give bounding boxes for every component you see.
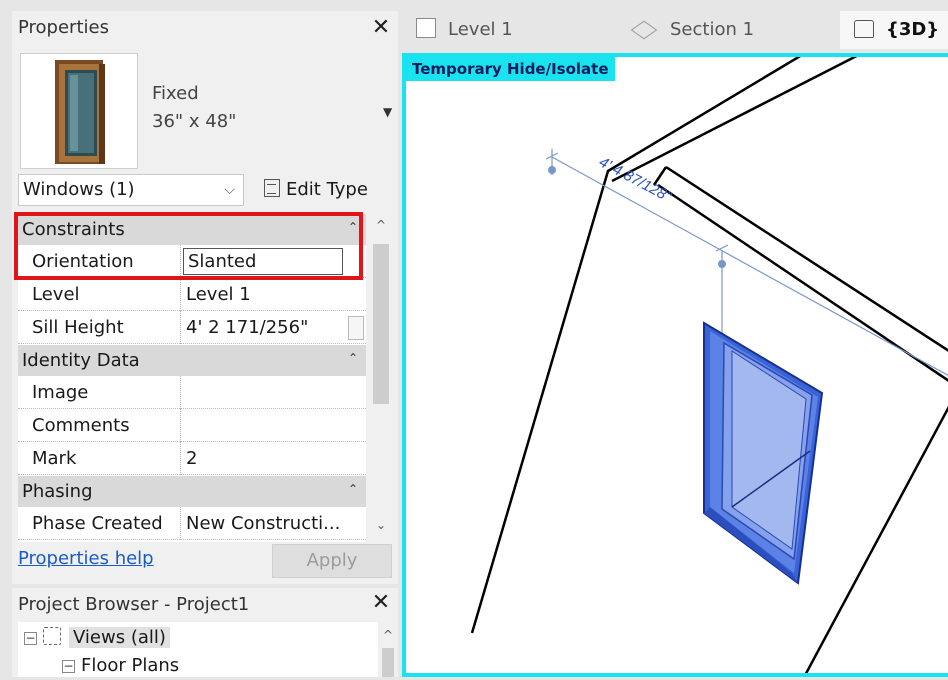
properties-title: Properties bbox=[18, 17, 109, 38]
tree-node-label: Floor Plans bbox=[81, 655, 180, 676]
comments-field[interactable] bbox=[182, 409, 345, 442]
chevron-down-icon: ⌵ bbox=[224, 182, 235, 198]
dimension-grip[interactable] bbox=[548, 166, 556, 174]
row-mark[interactable]: Mark 2 bbox=[18, 442, 366, 475]
edit-type-button[interactable]: Edit Type bbox=[264, 174, 368, 206]
sill-height-field[interactable]: 4' 2 171/256" bbox=[182, 311, 345, 344]
tree-node-label: Views (all) bbox=[69, 627, 170, 648]
collapse-icon[interactable]: ⌃ bbox=[348, 214, 358, 243]
browser-scrollbar[interactable]: ^ bbox=[378, 622, 398, 677]
properties-panel: Properties ✕ Fixed 36" x 48" ▼ Windows (… bbox=[12, 11, 398, 584]
browser-tree: − Views (all) − Floor Plans bbox=[18, 622, 378, 677]
instance-filter-value: Windows (1) bbox=[23, 179, 135, 200]
properties-scrollbar[interactable]: ^ ⌄ bbox=[368, 214, 394, 542]
orientation-field[interactable]: Slanted bbox=[183, 248, 343, 275]
tab-section-1[interactable]: Section 1 bbox=[630, 11, 755, 49]
project-browser-panel: Project Browser - Project1 ✕ − Views (all… bbox=[12, 588, 398, 677]
group-phasing[interactable]: Phasing ⌃ bbox=[18, 476, 366, 507]
properties-help-link[interactable]: Properties help bbox=[18, 548, 154, 569]
3d-viewport[interactable]: 4' 4 87/128" Temporary Hide/Isolate bbox=[402, 53, 948, 677]
level-field[interactable]: Level 1 bbox=[182, 278, 345, 311]
collapse-icon[interactable]: ⌃ bbox=[348, 343, 358, 374]
row-level[interactable]: Level Level 1 bbox=[18, 278, 366, 311]
collapse-icon[interactable]: − bbox=[62, 660, 75, 673]
group-identity-data[interactable]: Identity Data ⌃ bbox=[18, 345, 366, 376]
temporary-hide-isolate-label: Temporary Hide/Isolate bbox=[406, 57, 615, 81]
scroll-down-icon[interactable]: ⌄ bbox=[368, 518, 394, 538]
associate-parameter-button[interactable] bbox=[348, 316, 364, 340]
tab-label: {3D} bbox=[886, 19, 940, 40]
selected-window[interactable] bbox=[703, 321, 824, 585]
collapse-icon[interactable]: ⌃ bbox=[348, 474, 358, 505]
type-family-name: Fixed bbox=[152, 83, 199, 104]
row-comments[interactable]: Comments bbox=[18, 409, 366, 442]
row-label: Phase Created bbox=[18, 507, 181, 540]
floor-plan-icon bbox=[416, 18, 436, 38]
type-size: 36" x 48" bbox=[152, 111, 237, 132]
tab-level-1[interactable]: Level 1 bbox=[416, 11, 513, 49]
row-sill-height[interactable]: Sill Height 4' 2 171/256" bbox=[18, 311, 366, 344]
tab-label: Section 1 bbox=[670, 19, 755, 40]
group-phasing-label: Phasing bbox=[22, 481, 93, 502]
group-identity-label: Identity Data bbox=[22, 350, 140, 371]
tab-3d[interactable]: {3D} bbox=[840, 11, 948, 49]
close-properties-icon[interactable]: ✕ bbox=[370, 15, 392, 41]
window-thumbnail-icon bbox=[20, 53, 138, 169]
scroll-up-icon[interactable]: ^ bbox=[368, 218, 394, 238]
row-label: Sill Height bbox=[18, 311, 181, 344]
type-selector[interactable]: Fixed 36" x 48" ▼ bbox=[18, 49, 404, 173]
edit-type-icon bbox=[264, 179, 280, 197]
row-orientation[interactable]: Orientation Slanted bbox=[18, 245, 366, 278]
scrollbar-thumb[interactable] bbox=[373, 244, 389, 404]
image-field[interactable] bbox=[182, 376, 345, 409]
row-image[interactable]: Image bbox=[18, 376, 366, 409]
group-constraints[interactable]: Constraints ⌃ bbox=[18, 214, 366, 245]
tree-node-views[interactable]: − Views (all) bbox=[24, 624, 170, 652]
project-browser-title: Project Browser - Project1 bbox=[18, 594, 250, 615]
edit-type-label: Edit Type bbox=[286, 179, 368, 200]
row-label: Orientation bbox=[18, 245, 181, 278]
dimension-text[interactable]: 4' 4 87/128" bbox=[596, 154, 674, 206]
instance-filter-dropdown[interactable]: Windows (1) ⌵ bbox=[18, 174, 244, 206]
tree-node-floor-plans[interactable]: − Floor Plans bbox=[62, 652, 179, 680]
collapse-icon[interactable]: − bbox=[24, 632, 37, 645]
phase-created-field[interactable]: New Constructi... bbox=[182, 507, 345, 540]
scrollbar-thumb[interactable] bbox=[382, 648, 394, 677]
mark-field[interactable]: 2 bbox=[182, 442, 345, 475]
3d-view-icon bbox=[854, 20, 874, 38]
views-icon bbox=[43, 627, 61, 645]
dimension-grip[interactable] bbox=[718, 260, 726, 268]
group-constraints-label: Constraints bbox=[22, 219, 125, 240]
scroll-up-icon[interactable]: ^ bbox=[378, 628, 398, 642]
row-label: Image bbox=[18, 376, 181, 409]
3d-scene[interactable]: 4' 4 87/128" bbox=[402, 53, 948, 677]
section-icon bbox=[630, 20, 658, 40]
row-label: Mark bbox=[18, 442, 181, 475]
close-browser-icon[interactable]: ✕ bbox=[370, 590, 392, 616]
type-dropdown-arrow-icon[interactable]: ▼ bbox=[383, 105, 392, 119]
tab-label: Level 1 bbox=[448, 19, 513, 40]
properties-grid: Constraints ⌃ Orientation Slanted Level … bbox=[18, 214, 366, 542]
row-phase-created[interactable]: Phase Created New Constructi... bbox=[18, 507, 366, 540]
row-label: Comments bbox=[18, 409, 181, 442]
apply-button[interactable]: Apply bbox=[272, 544, 392, 578]
row-label: Level bbox=[18, 278, 181, 311]
view-tabs: Level 1 Section 1 {3D} bbox=[400, 11, 948, 49]
